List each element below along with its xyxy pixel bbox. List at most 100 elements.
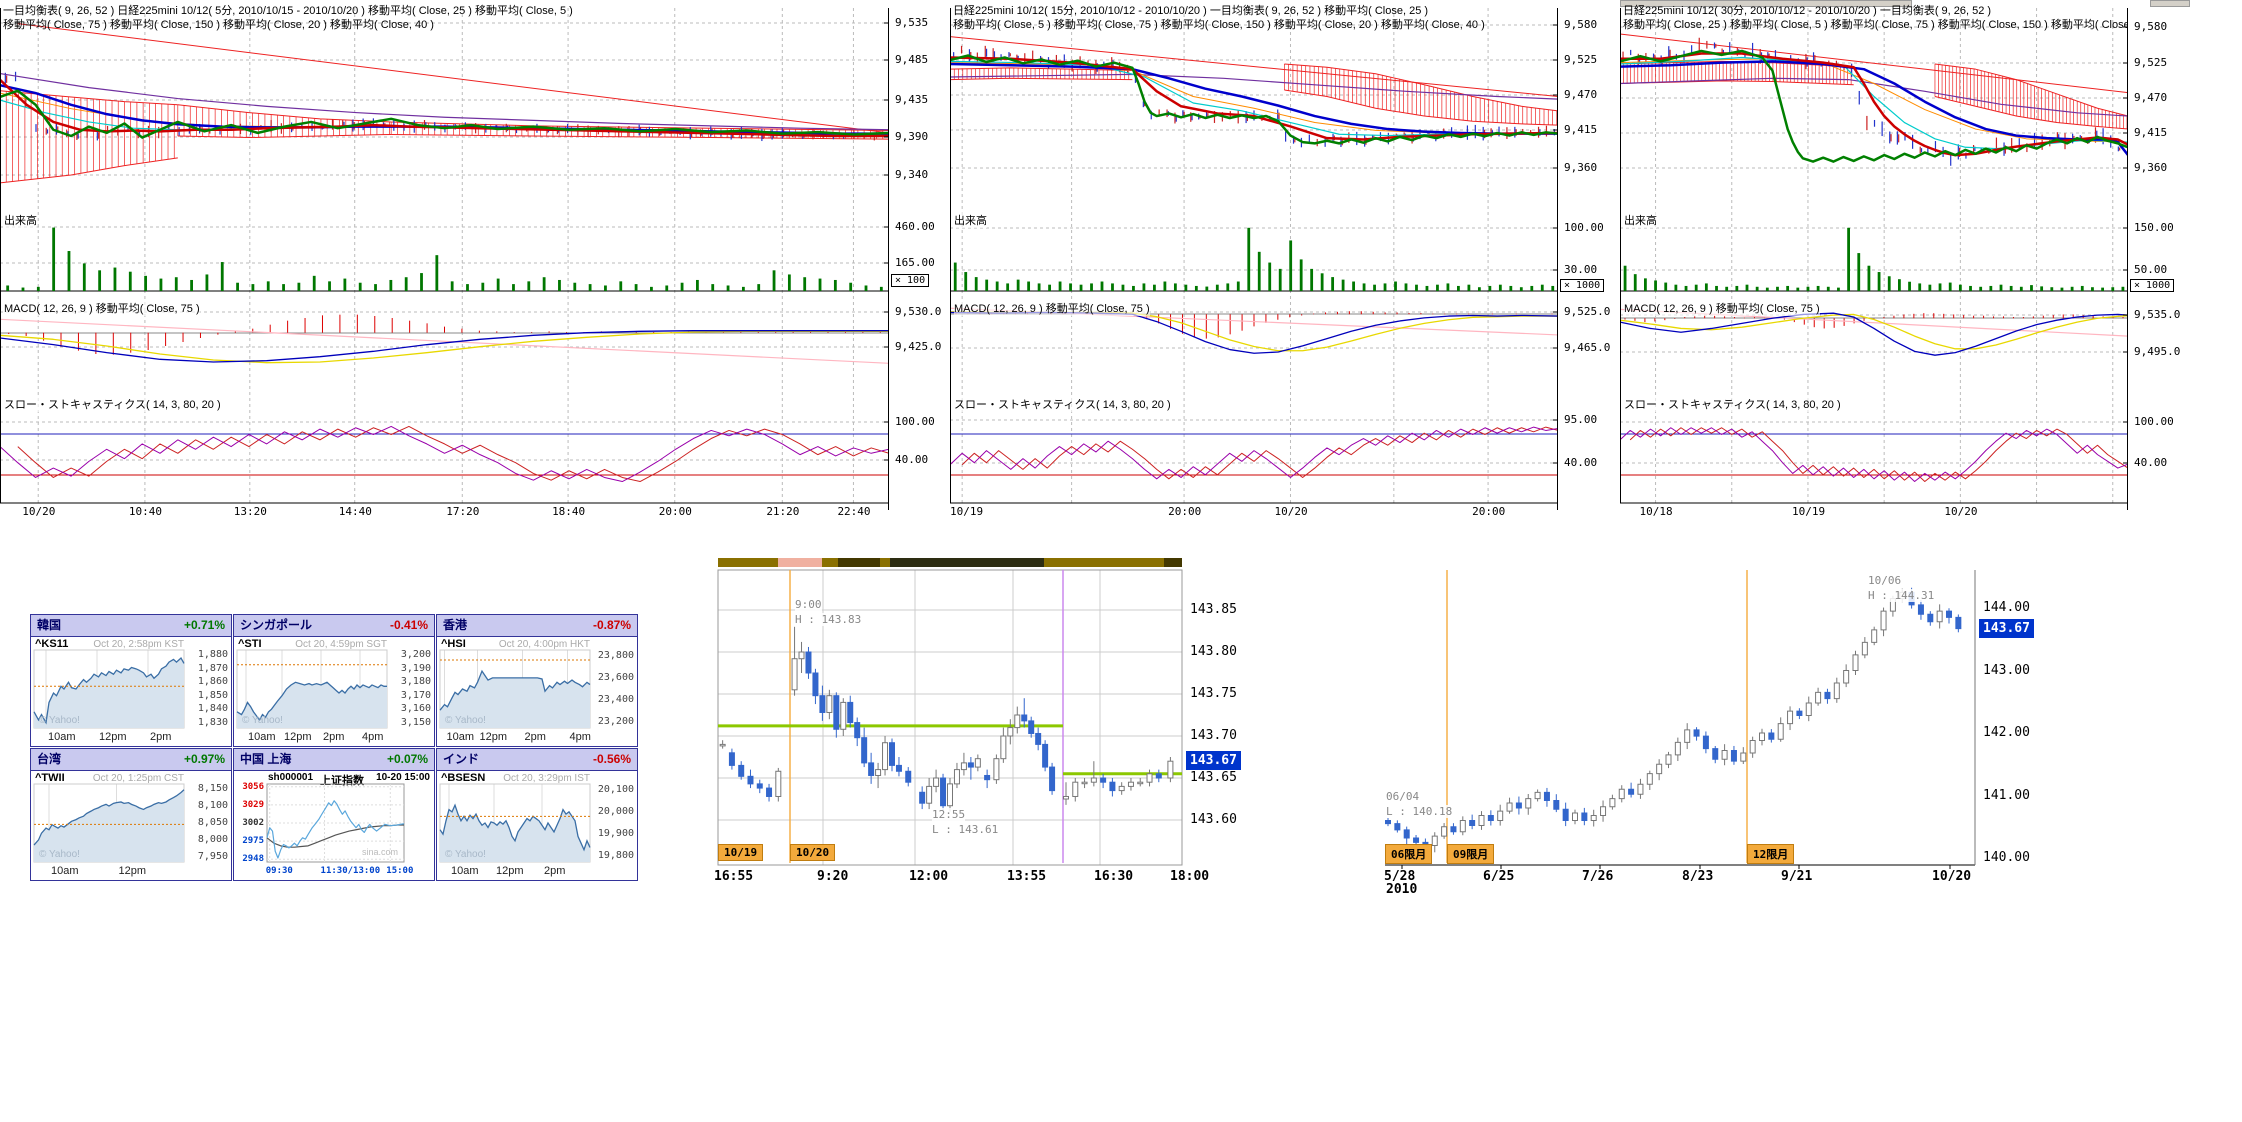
y-axis-label: 9,470 <box>1564 88 1597 101</box>
x-axis-label: 8/23 <box>1682 869 1713 884</box>
widget-x-label: 12pm <box>480 731 508 743</box>
y-axis-label: 143.85 <box>1190 602 1237 617</box>
widget-y-label: 3029 <box>236 800 264 810</box>
widget-market-name: インド <box>437 749 479 770</box>
y-axis-label: 50.00 <box>2134 263 2167 276</box>
date-chip: 12限月 <box>1747 844 1794 864</box>
chart-annotation: 12:55 <box>932 808 965 821</box>
x-axis-label: 14:40 <box>339 505 372 518</box>
widget-y-label: 2975 <box>236 836 264 846</box>
widget-y-label: 1,870 <box>186 663 228 674</box>
widget-y-label: 3,200 <box>389 649 431 660</box>
chart-annotation: L : 140.18 <box>1386 805 1452 818</box>
market-widget-sh000001[interactable]: 中国 上海+0.07%sh000001上证指数10-20 15:00305630… <box>233 748 435 881</box>
top-panel-2[interactable]: 日経225mini 10/12( 15分, 2010/10/12 - 2010/… <box>950 0 1616 527</box>
volume-pane-title: 出来高 <box>4 212 37 228</box>
x-axis-label: 10:40 <box>129 505 162 518</box>
yahoo-watermark: © Yahoo! <box>445 849 486 860</box>
widget-y-label: 8,100 <box>186 800 228 811</box>
chart-annotation: L : 143.61 <box>932 823 998 836</box>
x-axis-label: 10/19 <box>950 505 983 518</box>
y-axis-label: 144.00 <box>1983 600 2030 615</box>
volume-pane-title: 出来高 <box>954 212 987 228</box>
volume-multiplier-box: × 1000 <box>2130 279 2174 292</box>
x-axis-label: 9:20 <box>817 869 848 884</box>
widget-y-label: 19,900 <box>592 828 634 839</box>
background-window-fragment <box>2150 0 2190 7</box>
y-axis-label: 9,525.0 <box>1564 305 1610 318</box>
panel-plot[interactable] <box>950 0 1558 522</box>
market-widget-bsesn[interactable]: インド-0.56%^BSESNOct 20, 3:29pm IST20,1002… <box>436 748 638 881</box>
fx-intraday-chart[interactable]: 143.85143.80143.75143.70143.65143.60143.… <box>712 556 1362 901</box>
widget-market-name: シンガポール <box>234 615 312 636</box>
volume-multiplier-box: × 100 <box>891 274 929 287</box>
x-axis-year-label: 2010 <box>1386 882 1417 897</box>
widget-header: 韓国+0.71% <box>31 615 231 637</box>
widget-x-label: 10am <box>451 865 479 877</box>
widget-x-label: 12pm <box>284 731 312 743</box>
stoch-pane-title: スロー・ストキャスティクス( 14, 3, 80, 20 ) <box>4 396 221 412</box>
widget-y-label: 3,180 <box>389 676 431 687</box>
widget-y-label: 1,880 <box>186 649 228 660</box>
volume-pane-title: 出来高 <box>1624 212 1657 228</box>
market-widget-sti[interactable]: シンガポール-0.41%^STIOct 20, 4:59pm SGT3,2003… <box>233 614 435 747</box>
widget-x-label: 12pm <box>99 731 127 743</box>
widget-market-name: 台湾 <box>31 749 61 770</box>
widget-chart-body: ^HSIOct 20, 4:00pm HKT23,80023,60023,400… <box>437 637 637 747</box>
y-axis-label: 9,360 <box>1564 161 1597 174</box>
widget-market-name: 香港 <box>437 615 467 636</box>
chart-annotation: 10/06 <box>1868 574 1901 587</box>
y-axis-label: 9,425.0 <box>895 340 941 353</box>
y-axis-label: 141.00 <box>1983 788 2030 803</box>
market-widget-ks11[interactable]: 韓国+0.71%^KS11Oct 20, 2:58pm KST1,8801,87… <box>30 614 232 747</box>
y-axis-label: 9,485 <box>895 53 928 66</box>
y-axis-label: 9,525 <box>2134 56 2167 69</box>
panel-plot[interactable] <box>1620 0 2128 522</box>
top-panel-1[interactable]: 一目均衡表( 9, 26, 52 ) 日経225mini 10/12( 5分, … <box>0 0 947 527</box>
x-axis-label: 12:00 <box>909 869 948 884</box>
y-axis-label: 9,465.0 <box>1564 341 1610 354</box>
widget-x-label: 12pm <box>119 865 147 877</box>
widget-y-label: 3,150 <box>389 717 431 728</box>
widget-chart-body: ^STIOct 20, 4:59pm SGT3,2003,1903,1803,1… <box>234 637 434 747</box>
y-axis-label: 140.00 <box>1983 850 2030 865</box>
top-panel-3[interactable]: 日経225mini 10/12( 30分, 2010/10/12 - 2010/… <box>1620 0 2190 527</box>
y-axis-column: 9,5809,5259,4709,4159,360150.0050.009,53… <box>2128 0 2190 527</box>
market-widget-hsi[interactable]: 香港 -0.87%^HSIOct 20, 4:00pm HKT23,80023,6… <box>436 614 638 747</box>
y-axis-label: 143.65 <box>1190 770 1237 785</box>
widget-y-label: 7,950 <box>186 851 228 862</box>
widget-x-label: 10am <box>447 731 475 743</box>
panel-plot[interactable] <box>0 0 889 522</box>
futures-daily-chart[interactable]: 144.00143.00142.00141.00140.00143.675/28… <box>1380 556 2080 901</box>
y-axis-label: 9,435 <box>895 93 928 106</box>
y-axis-label: 40.00 <box>895 453 928 466</box>
volume-multiplier-box: × 1000 <box>1560 279 1604 292</box>
x-axis-label: 20:00 <box>659 505 692 518</box>
widget-chart-body: ^BSESNOct 20, 3:29pm IST20,10020,00019,9… <box>437 771 637 881</box>
x-axis-label: 20:00 <box>1168 505 1201 518</box>
widget-change-pct: -0.87% <box>593 615 637 636</box>
y-axis-label: 9,415 <box>2134 126 2167 139</box>
widget-market-name: 中国 上海 <box>234 749 291 770</box>
y-axis-label: 9,390 <box>895 130 928 143</box>
chart-annotation: H : 143.83 <box>795 613 861 626</box>
date-chip: 06限月 <box>1385 844 1432 864</box>
y-axis-label: 460.00 <box>895 220 935 233</box>
y-axis-label: 9,580 <box>1564 18 1597 31</box>
widget-y-label: 1,830 <box>186 717 228 728</box>
widget-header: 香港 -0.87% <box>437 615 637 637</box>
widget-y-label: 1,840 <box>186 703 228 714</box>
panel-header-line2: 移動平均( Close, 75 ) 移動平均( Close, 150 ) 移動平… <box>3 16 888 32</box>
y-axis-label: 9,415 <box>1564 123 1597 136</box>
y-axis-label: 30.00 <box>1564 263 1597 276</box>
x-axis-label: 9/21 <box>1781 869 1812 884</box>
widget-y-label: 23,200 <box>592 716 634 727</box>
widget-x-label: 10am <box>51 865 79 877</box>
widget-y-label: 3,170 <box>389 690 431 701</box>
widget-header: インド-0.56% <box>437 749 637 771</box>
y-axis-column: 9,5809,5259,4709,4159,360100.0030.009,52… <box>1558 0 1616 527</box>
market-widget-twii[interactable]: 台湾+0.97%^TWIIOct 20, 1:25pm CST8,1508,10… <box>30 748 232 881</box>
x-axis-label: 17:20 <box>446 505 479 518</box>
x-axis-label: 6/25 <box>1483 869 1514 884</box>
y-axis-label: 100.00 <box>2134 415 2174 428</box>
